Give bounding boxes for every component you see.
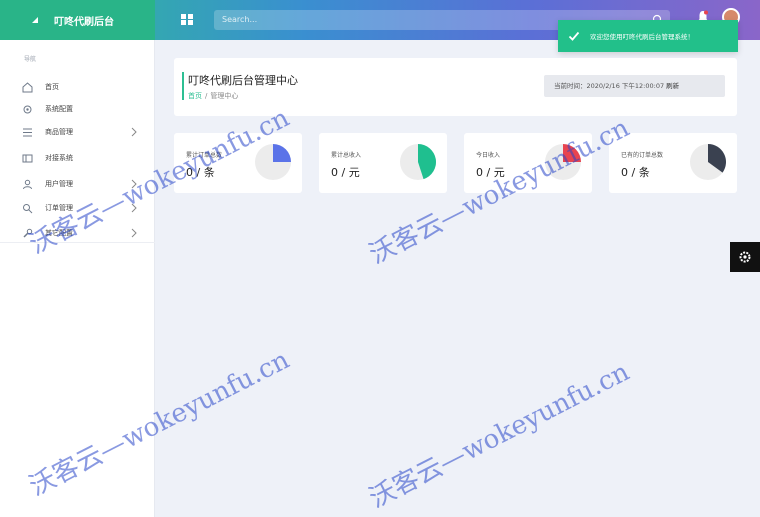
check-icon <box>568 31 580 41</box>
pie-slice <box>563 144 581 162</box>
breadcrumb: 首页 / 管理中心 <box>188 92 239 100</box>
stat-value: 0 / 元 <box>476 166 505 179</box>
breadcrumb-current: 管理中心 <box>210 92 239 100</box>
stat-pie-chart <box>400 144 436 180</box>
sidebar-item-label: 商品管理 <box>45 128 73 136</box>
refresh-link[interactable]: 刷新 <box>666 82 679 90</box>
stat-label: 累计总收入 <box>331 152 362 159</box>
chevron-right-icon <box>131 203 137 213</box>
sidebar-item-home[interactable]: 首页 <box>0 76 155 98</box>
tool-icon <box>23 228 33 238</box>
stat-card-existing-orders: 已有的订单总数 0 / 条 <box>609 133 737 193</box>
stat-value: 0 / 元 <box>331 166 360 179</box>
chevron-right-icon <box>131 179 137 189</box>
stat-label: 今日收入 <box>476 152 501 159</box>
brand-title: 叮咚代刷后台 <box>54 16 114 28</box>
stat-card-today-income: 今日收入 0 / 元 <box>464 133 592 193</box>
stat-value: 0 / 条 <box>621 166 650 179</box>
logo-icon <box>32 17 38 23</box>
sidebar-item-goods[interactable]: 商品管理 <box>0 121 155 143</box>
sidebar-item-system-config[interactable]: 系统配置 <box>0 98 155 120</box>
stat-card-total-orders: 累计订单总数 0 / 条 <box>174 133 302 193</box>
stat-label: 已有的订单总数 <box>621 152 664 159</box>
time-label: 当前时间： <box>554 82 587 90</box>
menu-toggle-icon[interactable] <box>181 14 193 25</box>
watermark-text: 沃客云—wokeyunfu.cn <box>364 356 635 515</box>
sidebar-item-docking[interactable]: 对接系统 <box>0 147 155 169</box>
sidebar: 导航 首页 系统配置 商品管理 对接系统 用户管理 订单管理 其它配置 <box>0 40 155 517</box>
breadcrumb-home[interactable]: 首页 <box>188 92 202 100</box>
sidebar-item-orders[interactable]: 订单管理 <box>0 197 155 219</box>
pie-slice <box>273 144 291 162</box>
card-icon <box>22 154 33 162</box>
brand[interactable]: 叮咚代刷后台 <box>0 0 155 40</box>
sidebar-item-label: 其它配置 <box>45 229 73 237</box>
stat-pie-chart <box>545 144 581 180</box>
settings-button[interactable] <box>730 242 760 272</box>
list-icon <box>23 128 32 136</box>
toast-notification: 欢迎您使用叮咚代刷后台管理系统！ <box>558 20 738 52</box>
time-value: 2020/2/16 下午12:00:07 <box>586 82 665 90</box>
stat-pie-chart <box>255 144 291 180</box>
sidebar-heading: 导航 <box>24 56 37 63</box>
page-header-card: 叮咚代刷后台管理中心 首页 / 管理中心 当前时间：2020/2/16 下午12:0… <box>174 58 737 116</box>
stat-label: 累计订单总数 <box>186 152 223 159</box>
title-accent-bar <box>182 72 184 100</box>
sidebar-item-label: 订单管理 <box>45 204 73 212</box>
toast-message: 欢迎您使用叮咚代刷后台管理系统！ <box>590 33 694 41</box>
sidebar-item-label: 首页 <box>45 83 59 91</box>
current-time-box: 当前时间：2020/2/16 下午12:00:07 刷新 <box>544 75 725 97</box>
sidebar-divider <box>0 242 155 243</box>
chevron-right-icon <box>131 127 137 137</box>
home-icon <box>22 81 33 92</box>
page-title: 叮咚代刷后台管理中心 <box>188 74 298 87</box>
gear-icon <box>739 251 751 263</box>
sidebar-item-other-config[interactable]: 其它配置 <box>0 222 155 244</box>
user-icon <box>23 179 32 189</box>
stat-card-total-income: 累计总收入 0 / 元 <box>319 133 447 193</box>
sidebar-item-label: 系统配置 <box>45 105 73 113</box>
stat-value: 0 / 条 <box>186 166 215 179</box>
sidebar-item-label: 用户管理 <box>45 180 73 188</box>
search-icon <box>23 203 33 213</box>
chevron-right-icon <box>131 228 137 238</box>
sidebar-item-users[interactable]: 用户管理 <box>0 173 155 195</box>
sidebar-item-label: 对接系统 <box>45 154 73 162</box>
stat-pie-chart <box>690 144 726 180</box>
search-placeholder: Search... <box>222 15 258 24</box>
gear-icon <box>23 105 32 113</box>
